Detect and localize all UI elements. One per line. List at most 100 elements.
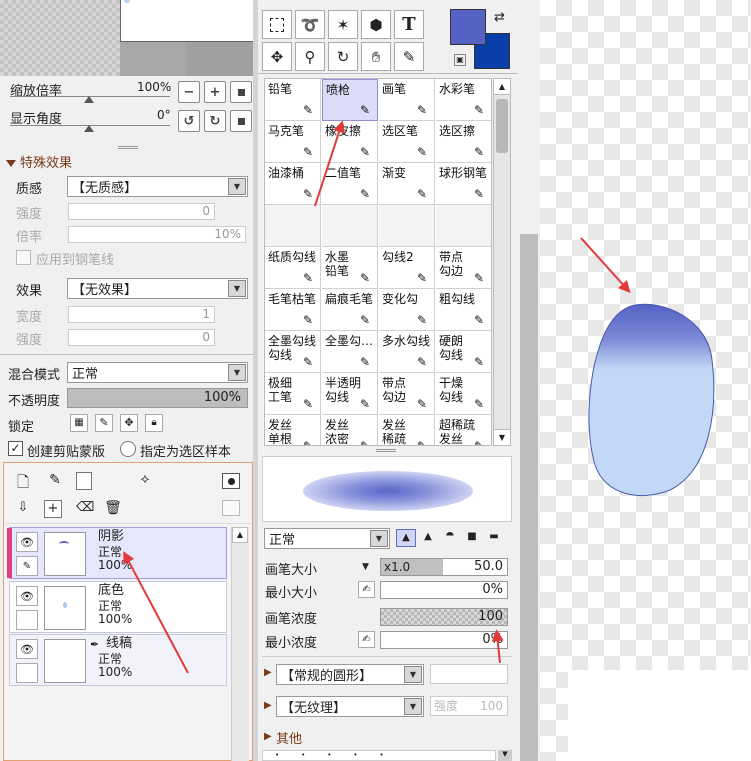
brush-cell[interactable]: 干燥 勾线 ✎ [436, 373, 491, 415]
layer-stack-icon[interactable]: ⟡ [134, 471, 156, 491]
texture-select[interactable]: 【无质感】 ▼ [67, 176, 248, 197]
zoom-tool[interactable]: ⚲ [295, 42, 325, 71]
brush-cell[interactable]: 带点 勾边 ✎ [379, 373, 435, 415]
expand-triangle-icon[interactable]: ▶ [264, 731, 272, 742]
primary-color-swatch-front[interactable] [450, 9, 486, 45]
shape-strength-field[interactable] [430, 664, 508, 684]
brush-cell[interactable]: 发丝 浓密 ✎ [322, 415, 378, 445]
eyedropper-tool[interactable]: ✎ [394, 42, 424, 71]
zoom-out-button[interactable]: − [178, 81, 200, 103]
brush-cell[interactable]: 球形钢笔 ✎ [436, 163, 491, 205]
brush-cell[interactable]: 粗勾线 ✎ [436, 289, 491, 331]
scroll-up-icon[interactable]: ▲ [494, 79, 510, 95]
swap-colors-icon[interactable]: ⇄ [494, 10, 505, 25]
reset-colors-icon[interactable]: ▣ [454, 54, 466, 66]
opacity-slider[interactable]: 100% [67, 388, 248, 408]
new-vector-layer-icon[interactable]: ✎ [46, 472, 64, 490]
vertical-scrollbar-track[interactable] [518, 0, 540, 761]
layer-row-base[interactable]: 👁︎ 底色 正常 100% [9, 581, 227, 633]
lock-transparency-icon[interactable]: ▦ [70, 414, 88, 432]
trash-icon[interactable]: 🗑︎ [104, 500, 122, 518]
rect-select-tool[interactable] [262, 10, 292, 39]
brush-cell[interactable]: 马克笔 ✎ [265, 121, 321, 163]
chevron-down-icon[interactable]: ▼ [498, 750, 512, 761]
brush-cell[interactable]: 扁痕毛笔 ✎ [322, 289, 378, 331]
move-tool[interactable]: ✥ [262, 42, 292, 71]
brush-cell[interactable]: 超稀疏 发丝 ✎ [436, 415, 491, 445]
brush-cell[interactable]: 水墨 铅笔 ✎ [322, 247, 378, 289]
brush-cell[interactable]: 铅笔 ✎ [265, 79, 321, 121]
layer-row-lineart[interactable]: 👁︎ ✒ 线稿 正常 100% [9, 634, 227, 686]
clipping-mask-checkbox[interactable]: ✓ [8, 441, 23, 456]
brush-shape-select[interactable]: 【常规的圆形】 ▼ [276, 664, 424, 685]
brush-cell[interactable]: 勾线2 ✎ [379, 247, 435, 289]
effect-select[interactable]: 【无效果】 ▼ [67, 278, 248, 299]
pressure-size-icon[interactable]: ✍ [358, 581, 375, 598]
apply-ruler-checkbox[interactable] [16, 250, 31, 265]
clear-layer-icon[interactable]: ⌫ [76, 500, 94, 518]
expand-triangle-icon[interactable]: ▶ [264, 667, 272, 678]
tip-shape-round[interactable]: ▲ [418, 529, 438, 547]
layer-sub-slot[interactable] [16, 663, 38, 683]
rotate-left-button[interactable]: ↺ [178, 110, 200, 132]
brush-scrollbar[interactable]: ▲ ▼ [493, 78, 511, 446]
zoom-reset-button[interactable] [230, 81, 252, 103]
chevron-down-icon[interactable]: ▼ [362, 562, 369, 572]
scroll-thumb[interactable] [496, 99, 508, 153]
rotate-right-button[interactable]: ↻ [204, 110, 226, 132]
effects-section-header[interactable]: 特殊效果 [6, 152, 72, 171]
brush-cell[interactable]: 发丝 单根 ✎ [265, 415, 321, 445]
text-tool[interactable]: T [394, 10, 424, 39]
brush-cell[interactable]: 发丝 稀疏 ✎ [379, 415, 435, 445]
brush-size-presets[interactable]: ••••• [262, 750, 496, 761]
layer-mask-icon[interactable] [222, 473, 240, 489]
pressure-density-icon[interactable]: ✍ [358, 631, 375, 648]
layer-scrollbar[interactable]: ▲ [231, 527, 249, 761]
other-section-label[interactable]: 其他 [276, 728, 302, 747]
brush-cell[interactable]: 喷枪 ✎ [322, 79, 378, 121]
brush-cell[interactable]: 纸质勾线 ✎ [265, 247, 321, 289]
brush-cell[interactable]: 选区擦 ✎ [436, 121, 491, 163]
brush-cell[interactable]: 硬朗 勾线 ✎ [436, 331, 491, 373]
select-pen-tool[interactable]: ⬢ [361, 10, 391, 39]
tip-shape-square[interactable]: ■ [462, 529, 482, 547]
merge-down-icon[interactable]: ⇩ [14, 500, 32, 518]
canvas[interactable] [540, 0, 751, 761]
lock-move-icon[interactable]: ✥ [120, 414, 138, 432]
lock-paint-icon[interactable]: ✎ [95, 414, 113, 432]
scroll-up-icon[interactable]: ▲ [232, 527, 248, 543]
brush-cell[interactable]: 水彩笔 ✎ [436, 79, 491, 121]
navigator-preview[interactable] [0, 0, 253, 76]
strength-field[interactable]: 0 [68, 203, 215, 220]
min-density-field[interactable]: 0% [380, 631, 508, 649]
brush-cell[interactable]: 极细 工笔 ✎ [265, 373, 321, 415]
panel-grip[interactable] [118, 146, 138, 149]
brush-cell[interactable]: 全墨勾… ✎ [322, 331, 378, 373]
brush-cell[interactable]: 多水勾线 ✎ [379, 331, 435, 373]
hand-tool[interactable]: ✋︎ [361, 42, 391, 71]
rotate-tool[interactable]: ↻ [328, 42, 358, 71]
panel-grip[interactable] [376, 449, 396, 452]
brush-cell[interactable]: 画笔 ✎ [379, 79, 435, 121]
vertical-scroll-thumb[interactable] [520, 234, 538, 761]
brush-cell[interactable]: 二值笔 ✎ [322, 163, 378, 205]
tip-shape-flat[interactable]: ⯊ [440, 529, 460, 547]
angle-slider-thumb[interactable] [84, 125, 94, 132]
brush-cell[interactable]: 变化勾 ✎ [379, 289, 435, 331]
layer-sub-slot[interactable] [16, 610, 38, 630]
expand-triangle-icon[interactable]: ▶ [264, 700, 272, 711]
scroll-down-icon[interactable]: ▼ [494, 429, 510, 445]
brush-cell[interactable]: 带点 勾边 ✎ [436, 247, 491, 289]
lock-icon[interactable]: 🔒︎ [145, 414, 163, 432]
rotate-reset-button[interactable] [230, 110, 252, 132]
new-layer-icon[interactable]: 🗋 [14, 472, 32, 491]
texture-strength-field[interactable]: 强度 100 [430, 696, 508, 716]
brush-cell[interactable]: 毛笔枯笔 ✎ [265, 289, 321, 331]
strength2-field[interactable]: 0 [68, 329, 215, 346]
selection-sample-radio[interactable] [120, 441, 136, 457]
tip-shape-wide[interactable]: ▬ [484, 529, 504, 547]
min-size-field[interactable]: 0% [380, 581, 508, 599]
add-layer-icon[interactable]: + [44, 500, 62, 518]
new-folder-icon[interactable] [76, 472, 92, 490]
blend-mode-select[interactable]: 正常 ▼ [67, 362, 248, 383]
